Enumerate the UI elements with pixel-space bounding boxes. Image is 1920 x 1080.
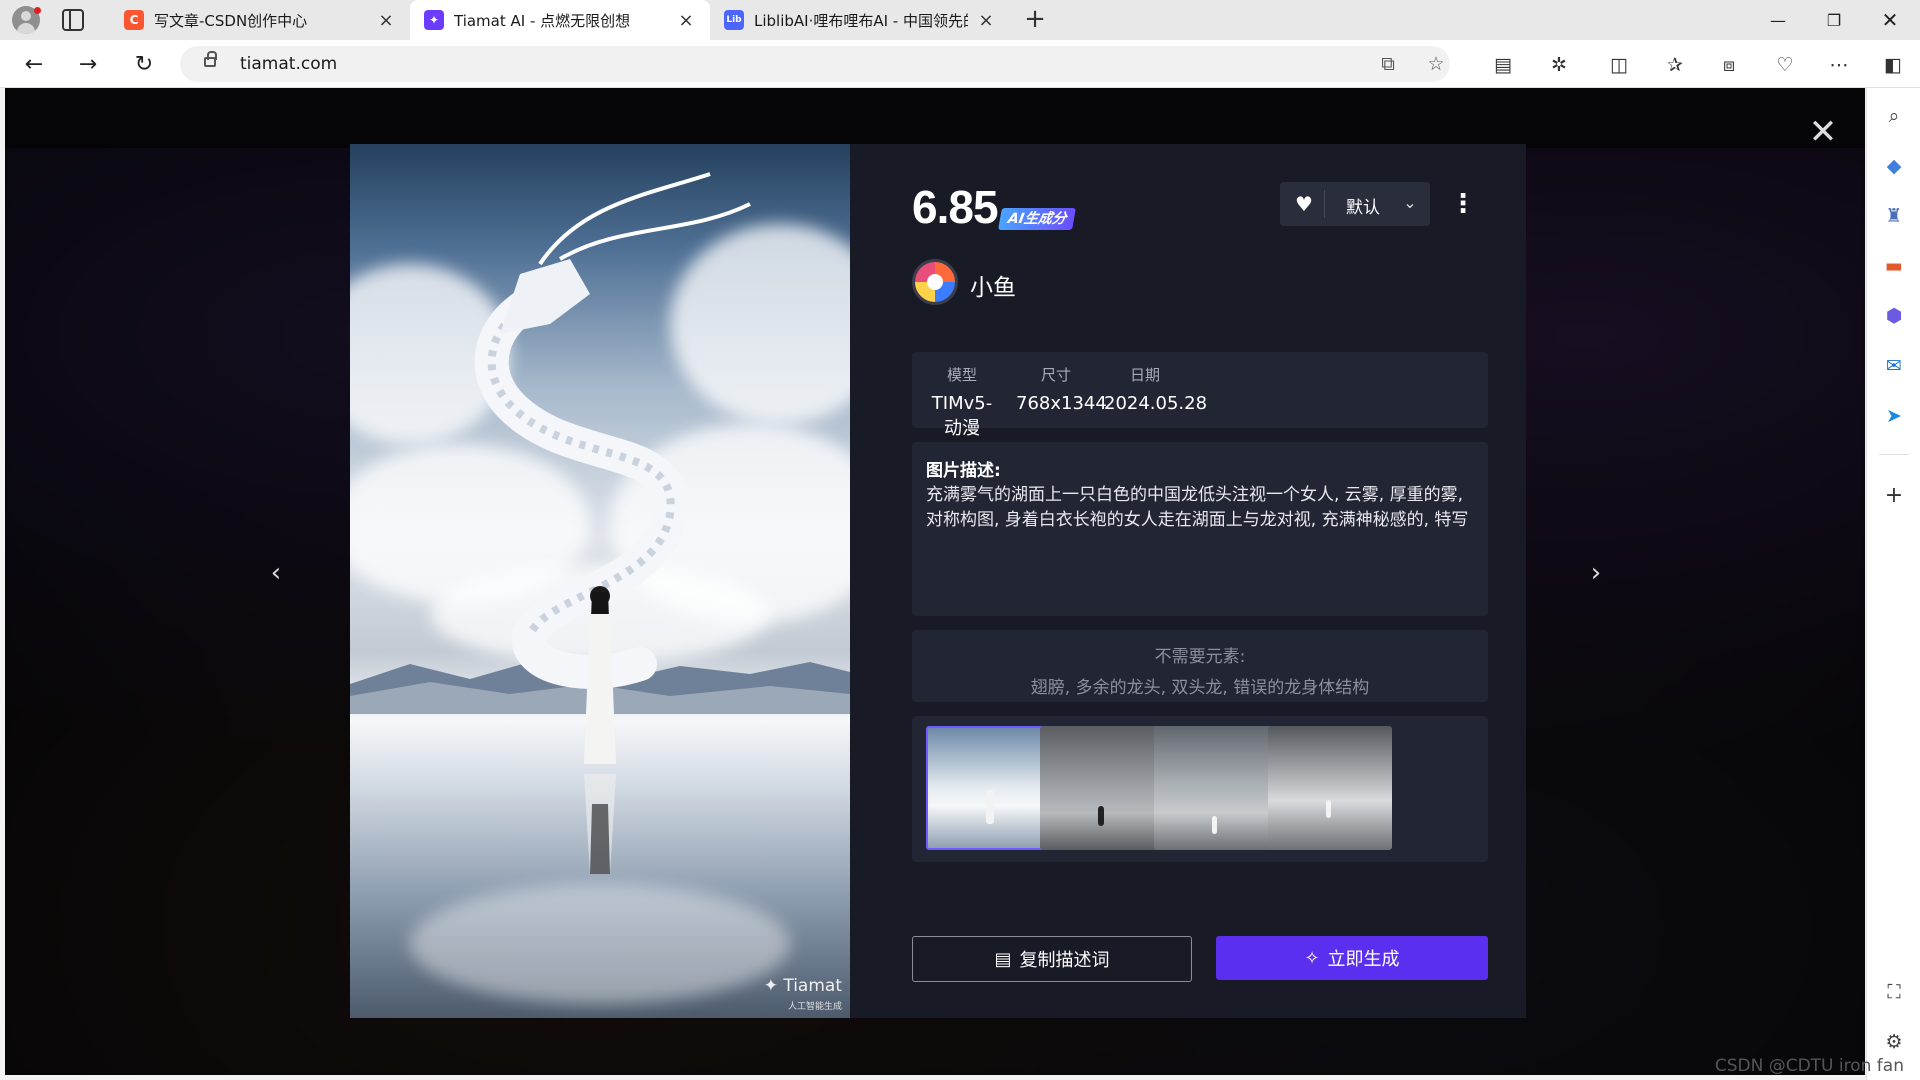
meta-value: 2024.05.28 [1104, 393, 1208, 414]
send-icon[interactable]: ➤ [1880, 402, 1908, 430]
thumbnail-3[interactable] [1154, 726, 1278, 850]
ai-score-badge: AI生成分 [998, 208, 1076, 230]
more-options-icon[interactable]: ⋯ [1826, 52, 1852, 78]
liblib-favicon-icon: Lib [724, 10, 744, 30]
collections-icon[interactable]: ⧈ [1716, 52, 1742, 78]
heart-icon[interactable]: ♥ [1292, 192, 1316, 216]
thumbnail-4[interactable] [1268, 726, 1392, 850]
address-toolbar: ← → ↻ tiamat.com ⧉ ☆ ▤ ✲ ◫ ✰ ⧈ ♡ ⋯ ◧ [0, 40, 1920, 88]
generate-now-button[interactable]: ✧ 立即生成 [1216, 936, 1488, 980]
lock-icon[interactable] [204, 51, 217, 67]
close-modal-icon[interactable]: ✕ [1805, 114, 1841, 150]
split-screen-icon[interactable]: ◫ [1606, 52, 1632, 78]
toolbox-icon[interactable]: ▬ [1880, 252, 1908, 280]
image-info-panel: 6.85 AI生成分 ♥ 默认 ⌄ ⋮ 小鱼 模型 TIMv5-动漫 尺寸 76… [850, 144, 1526, 1018]
tab-title: 写文章-CSDN创作中心 [154, 11, 308, 30]
thumbnail-2[interactable] [1040, 726, 1164, 850]
metadata-box: 模型 TIMv5-动漫 尺寸 768x1344 日期 2024.05.28 [912, 352, 1488, 439]
description-text: 充满雾气的湖面上一只白色的中国龙低头注视一个女人, 云雾, 厚重的雾, 对称构图… [926, 485, 1469, 530]
add-app-icon[interactable]: + [1880, 482, 1908, 510]
meta-date: 日期 2024.05.28 [1104, 364, 1208, 414]
copy-icon: ▤ [994, 948, 1012, 970]
image-detail-modal: ✦ Tiamat 人工智能生成 6.85 AI生成分 ♥ 默认 ⌄ ⋮ 小鱼 模… [350, 144, 1526, 1018]
csdn-favicon-icon: C [124, 10, 144, 30]
tab-csdn[interactable]: C 写文章-CSDN创作中心 × [110, 0, 410, 40]
tiamat-watermark: ✦ Tiamat [763, 976, 842, 996]
generate-label: 立即生成 [1327, 949, 1400, 970]
extensions-icon[interactable]: ✲ [1546, 52, 1572, 78]
tab-close-icon[interactable]: × [976, 10, 996, 31]
tab-liblib[interactable]: Lib LiblibAI·哩布哩布AI - 中国领先的 × [710, 0, 1010, 40]
woman-figure-graphic [584, 586, 616, 874]
tab-actions-icon[interactable] [62, 9, 84, 31]
outlook-icon[interactable]: ✉ [1880, 352, 1908, 380]
meta-value: 768x1344 [1016, 393, 1107, 414]
aesthetic-score: 6.85 [912, 181, 999, 233]
tab-strip: C 写文章-CSDN创作中心 × ✦ Tiamat AI - 点燃无限创想 × … [0, 0, 1920, 40]
forward-icon[interactable]: → [72, 49, 104, 81]
chevron-down-icon[interactable]: ⌄ [1400, 191, 1420, 215]
tab-title: Tiamat AI - 点燃无限创想 [454, 11, 631, 30]
browser-sidebar: ⌕ ◆ ♜ ▬ ⬢ ✉ ➤ + ⛶ ⚙ [1866, 88, 1920, 1080]
author-name[interactable]: 小鱼 [970, 268, 1016, 302]
meta-size: 尺寸 768x1344 [1016, 364, 1107, 414]
close-window-icon[interactable]: ✕ [1862, 0, 1918, 40]
browser-essentials-icon[interactable]: ♡ [1772, 52, 1798, 78]
thumbnail-1[interactable] [926, 726, 1050, 850]
magic-wand-icon: ✧ [1304, 947, 1320, 969]
sidebar-toggle-icon[interactable]: ◧ [1880, 52, 1906, 78]
previous-arrow-icon[interactable]: ‹ [261, 558, 291, 588]
page-viewport: ✕ ‹ › ✦ Tiamat 人工智能生成 6.85 AI生成分 ♥ 默认 ⌄ … [5, 88, 1865, 1075]
restore-icon[interactable]: ❐ [1806, 0, 1862, 40]
generated-image[interactable]: ✦ Tiamat 人工智能生成 [350, 144, 850, 1018]
divider [1324, 190, 1325, 218]
tab-tiamat[interactable]: ✦ Tiamat AI - 点燃无限创想 × [410, 0, 710, 40]
reading-view-icon[interactable]: ▤ [1490, 52, 1516, 78]
meta-label: 模型 [946, 366, 977, 384]
shopping-tag-icon[interactable]: ◆ [1880, 152, 1908, 180]
tab-close-icon[interactable]: × [376, 10, 396, 31]
negative-text: 翅膀, 多余的龙头, 双头龙, 错误的龙身体结构 [1030, 678, 1370, 698]
search-icon[interactable]: ⌕ [1880, 102, 1908, 130]
tab-title: LiblibAI·哩布哩布AI - 中国领先的 [754, 11, 968, 30]
favorite-star-icon[interactable]: ☆ [1424, 52, 1448, 76]
settings-gear-icon[interactable]: ⚙ [1880, 1028, 1908, 1056]
next-arrow-icon[interactable]: › [1581, 558, 1611, 588]
meta-label: 日期 [1129, 366, 1160, 384]
meta-model: 模型 TIMv5-动漫 [924, 364, 1000, 440]
ai-generated-label: 人工智能生成 [787, 1002, 842, 1012]
thumbnail-strip [912, 716, 1488, 862]
app-available-icon[interactable]: ⧉ [1376, 52, 1400, 76]
csdn-watermark: CSDN @CDTU iron fan [1714, 1056, 1904, 1076]
address-bar[interactable]: tiamat.com ⧉ ☆ [180, 46, 1450, 82]
url-text[interactable]: tiamat.com [240, 54, 337, 74]
tiamat-favicon-icon: ✦ [424, 10, 444, 30]
sort-select[interactable]: 默认 [1346, 193, 1380, 218]
tools-icon[interactable]: ♜ [1880, 202, 1908, 230]
negative-label: 不需要元素: [1154, 647, 1246, 667]
screenshot-icon[interactable]: ⛶ [1880, 978, 1908, 1006]
copy-prompt-button[interactable]: ▤ 复制描述词 [912, 936, 1192, 982]
description-box: 图片描述: 充满雾气的湖面上一只白色的中国龙低头注视一个女人, 云雾, 厚重的雾… [912, 442, 1488, 616]
favorites-icon[interactable]: ✰ [1662, 52, 1688, 78]
back-icon[interactable]: ← [18, 49, 50, 81]
copilot-icon[interactable]: ⬢ [1880, 302, 1908, 330]
notification-dot-icon [34, 7, 41, 14]
description-label: 图片描述: [926, 461, 1001, 481]
tab-close-icon[interactable]: × [676, 10, 696, 31]
meta-value: TIMv5-动漫 [931, 393, 993, 439]
reload-icon[interactable]: ↻ [128, 49, 160, 81]
actions-group: ♥ 默认 ⌄ [1280, 182, 1430, 226]
more-vertical-icon[interactable]: ⋮ [1450, 186, 1476, 222]
copy-prompt-label: 复制描述词 [1019, 950, 1110, 971]
author-avatar[interactable] [912, 259, 958, 305]
minimize-icon[interactable]: — [1750, 0, 1806, 40]
negative-prompt-box: 不需要元素: 翅膀, 多余的龙头, 双头龙, 错误的龙身体结构 [912, 630, 1488, 702]
new-tab-icon[interactable]: + [1020, 4, 1050, 34]
meta-label: 尺寸 [1040, 366, 1071, 384]
